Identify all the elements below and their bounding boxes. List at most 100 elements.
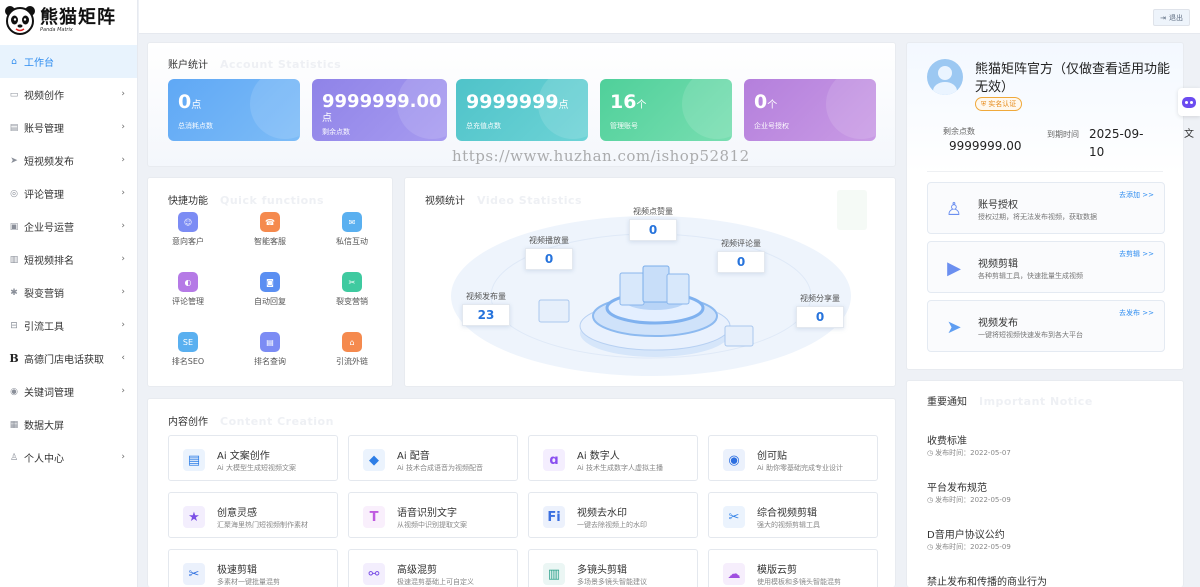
stat-card-0[interactable]: 0点 总消耗点数 (168, 79, 300, 141)
content-item-mix[interactable]: ⚯ 高级混剪 极速混剪基础上可自定义 (348, 549, 518, 587)
sidebar-item-label: 个人中心 (24, 454, 64, 465)
content-item-name: Ai 数字人 (577, 451, 620, 462)
quick-item-link[interactable]: ⌂ 引流外链 (322, 332, 382, 367)
quick-item-comment[interactable]: ◐ 评论管理 (158, 272, 218, 307)
sidebar-item-9[interactable]: B 高德门店电话获取 ‹ (0, 342, 137, 375)
sidebar-item-5[interactable]: ▣ 企业号运营 › (0, 210, 137, 243)
chevron-left-icon: ‹ (121, 353, 125, 363)
sidebar-item-6[interactable]: ▥ 短视频排名 › (0, 243, 137, 276)
content-item-cloud[interactable]: ☁ 模版云剪 使用模板和多镜头智能混剪 (708, 549, 878, 587)
account-stats-title: 账户统计 Account Statistics (168, 58, 342, 71)
content-item-desc: 汇聚海里热门短视频制作素材 (217, 521, 308, 529)
sidebar-item-0[interactable]: ⌂ 工作台 (0, 45, 137, 78)
sidebar-menu: ⌂ 工作台 ▭ 视频创作 › ▤ 账号管理 › ➤ 短视频发布 › ◎ 评论管理 › ▣ 企业号运营 › ▥ 短视频… (0, 45, 137, 474)
quick-item-fission[interactable]: ✂ 裂变营销 (322, 272, 382, 307)
clock-icon: ◷ (927, 496, 934, 504)
account-link-name: 账号授权 (978, 200, 1018, 211)
screen-icon: ▦ (9, 419, 19, 430)
auth-icon: ♙ (945, 198, 963, 220)
video-stat-0: 视频点赞量 0 (627, 206, 679, 241)
content-item-name: Ai 配音 (397, 451, 430, 462)
mix-icon: ⚯ (363, 563, 385, 585)
content-item-desc: Ai 技术生成数字人虚拟主播 (577, 464, 663, 472)
content-item-desc: 使用模板和多镜头智能混剪 (757, 578, 841, 586)
stat-card-1[interactable]: 9999999.00 点剩余点数 (312, 79, 447, 141)
translate-float-button[interactable]: 文 (1178, 118, 1200, 146)
chevron-right-icon: › (121, 386, 125, 396)
account-link-plane[interactable]: ➤ 视频发布 一键将短视频快速发布到各大平台 去发布 >> (927, 300, 1165, 352)
assistant-float-button[interactable] (1178, 88, 1200, 116)
content-item-doc[interactable]: ▤ Ai 文案创作 Ai 大模型生成短视频文案 (168, 435, 338, 481)
content-item-name: 高级混剪 (397, 565, 437, 576)
notice-item-title[interactable]: 平台发布规范 (927, 479, 987, 494)
sidebar-item-10[interactable]: ◉ 关键词管理 › (0, 375, 137, 408)
expire-value: 2025-09-10 (1089, 127, 1144, 159)
sidebar-item-2[interactable]: ▤ 账号管理 › (0, 111, 137, 144)
content-item-scissors[interactable]: ✂ 极速剪辑 多素材一键批量混剪 (168, 549, 338, 587)
account-link-clip[interactable]: ▶ 视频剪辑 各种剪辑工具，快速批量生成视频 去剪辑 >> (927, 241, 1165, 293)
sidebar-item-11[interactable]: ▦ 数据大屏 (0, 408, 137, 441)
account-link-action[interactable]: 去剪辑 >> (1119, 249, 1154, 259)
content-item-desc: 多场景多镜头智能建议 (577, 578, 647, 586)
content-item-voice[interactable]: ◆ Ai 配音 Ai 技术合成语音为视频配音 (348, 435, 518, 481)
sidebar-item-4[interactable]: ◎ 评论管理 › (0, 177, 137, 210)
logout-button[interactable]: ⇥ 退出 (1153, 9, 1190, 26)
chevron-right-icon: › (121, 89, 125, 99)
quick-item-label: 裂变营销 (336, 297, 368, 306)
stat-card-2[interactable]: 9999999点 总充值点数 (456, 79, 588, 141)
video-icon: ▭ (9, 89, 19, 100)
sidebar-item-7[interactable]: ✱ 裂变营销 › (0, 276, 137, 309)
account-icon: ▤ (9, 122, 19, 133)
quick-item-label: 意向客户 (172, 237, 204, 246)
content-item-clapper[interactable]: ▥ 多镜头剪辑 多场景多镜头智能建议 (528, 549, 698, 587)
notice-item-title[interactable]: D音用户协议公约 (927, 526, 1005, 541)
notice-item-title[interactable]: 禁止发布和传播的商业行为 (927, 573, 1047, 587)
quick-item-query[interactable]: ▤ 排名查询 (240, 332, 300, 367)
quick-item-seo[interactable]: SE 排名SEO (158, 332, 218, 367)
account-link-action[interactable]: 去发布 >> (1119, 308, 1154, 318)
keyword-icon: ◉ (10, 386, 18, 397)
content-item-edit[interactable]: ✂ 综合视频剪辑 强大的视频剪辑工具 (708, 492, 878, 538)
account-link-auth[interactable]: ♙ 账号授权授权过期，将无法发布视频，获取数据 去添加 >> (927, 182, 1165, 234)
content-item-speech[interactable]: T 语音识别文字 从视频中识别提取文案 (348, 492, 518, 538)
account-link-action[interactable]: 去添加 >> (1119, 190, 1154, 200)
video-stat-2: 视频评论量 0 (715, 238, 767, 273)
sidebar-item-8[interactable]: ⊟ 引流工具 › (0, 309, 137, 342)
robot-icon: ◙ (260, 272, 280, 292)
chevron-right-icon: › (121, 155, 125, 165)
sidebar-item-1[interactable]: ▭ 视频创作 › (0, 78, 137, 111)
quick-item-service[interactable]: ☎ 智能客服 (240, 212, 300, 247)
digital-human-icon: ɑ (543, 449, 565, 471)
content-item-star[interactable]: ★ 创意灵感 汇聚海里热门短视频制作素材 (168, 492, 338, 538)
points-label: 剩余点数 (943, 127, 975, 136)
quick-item-customer[interactable]: ☺ 意向客户 (158, 212, 218, 247)
stat-card-3[interactable]: 16个 管理账号 (600, 79, 732, 141)
seo-icon: SE (178, 332, 198, 352)
account-link-desc: 一键将短视频快速发布到各大平台 (978, 331, 1083, 339)
chevron-right-icon: › (121, 188, 125, 198)
brand-logo[interactable]: 熊猫矩阵 Panda Matrix (0, 0, 137, 40)
sidebar-item-12[interactable]: ♙ 个人中心 › (0, 441, 137, 474)
content-item-desc: 强大的视频剪辑工具 (757, 521, 820, 529)
video-stat-label: 视频发布量 (466, 292, 506, 301)
sidebar-item-3[interactable]: ➤ 短视频发布 › (0, 144, 137, 177)
avatar[interactable] (927, 59, 963, 95)
sidebar-item-label: 数据大屏 (24, 421, 64, 432)
video-stat-value: 23 (462, 304, 510, 326)
notice-item-title[interactable]: 收费标准 (927, 432, 967, 447)
robot-icon (1182, 97, 1196, 108)
content-item-watermark[interactable]: Fi 视频去水印 一键去除视频上的水印 (528, 492, 698, 538)
stat-card-4[interactable]: 0个 企业号授权 (744, 79, 876, 141)
message-icon: ✉ (342, 212, 362, 232)
chevron-right-icon: › (121, 122, 125, 132)
fission-icon: ✱ (10, 287, 18, 298)
quick-item-robot[interactable]: ◙ 自动回复 (240, 272, 300, 307)
content-item-sticker[interactable]: ◉ 创可贴 Ai 助你零基础完成专业设计 (708, 435, 878, 481)
account-link-desc: 授权过期，将无法发布视频，获取数据 (978, 213, 1097, 221)
comment-icon: ◎ (10, 188, 18, 199)
quick-functions-title: 快捷功能 Quick functions (168, 194, 325, 207)
content-item-name: 语音识别文字 (397, 508, 457, 519)
chevron-right-icon: › (121, 254, 125, 264)
content-item-digital-human[interactable]: ɑ Ai 数字人 Ai 技术生成数字人虚拟主播 (528, 435, 698, 481)
quick-item-message[interactable]: ✉ 私信互动 (322, 212, 382, 247)
